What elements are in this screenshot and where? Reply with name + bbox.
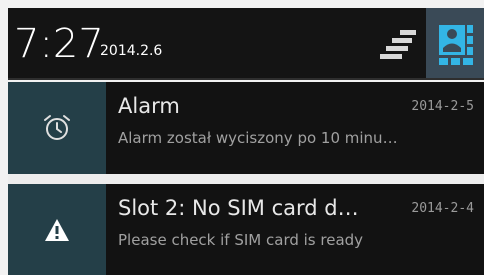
- alarm-clock-icon: [44, 115, 70, 140]
- header-divider: [8, 78, 484, 80]
- notification-separator: [8, 174, 484, 184]
- clear-all-icon: [380, 30, 416, 59]
- notification-shade: 7:27 2014.2.6 Alarm 2014-2-5 Alarm zosta…: [0, 0, 484, 275]
- quick-settings-button[interactable]: [426, 8, 484, 78]
- clock-date: 2014.2.6: [100, 43, 163, 59]
- warning-icon: [45, 218, 69, 241]
- notification-timestamp: 2014-2-5: [411, 99, 474, 114]
- notification-alarm[interactable]: Alarm 2014-2-5 Alarm został wyciszony po…: [8, 82, 484, 174]
- clock-time: 7:27: [14, 21, 104, 67]
- notification-timestamp: 2014-2-4: [411, 201, 474, 216]
- notification-icon-box: [8, 184, 106, 275]
- notification-icon-box: [8, 82, 106, 174]
- quick-settings-icon: [439, 25, 473, 65]
- notification-text: Alarm został wyciszony po 10 minu…: [118, 129, 398, 147]
- notification-title: Slot 2: No SIM card d…: [118, 196, 359, 220]
- notification-title: Alarm: [118, 94, 180, 118]
- status-header: 7:27 2014.2.6: [8, 8, 484, 78]
- clear-all-button[interactable]: [376, 24, 420, 64]
- notification-sim[interactable]: Slot 2: No SIM card d… 2014-2-4 Please c…: [8, 184, 484, 275]
- notification-text: Please check if SIM card is ready: [118, 231, 364, 249]
